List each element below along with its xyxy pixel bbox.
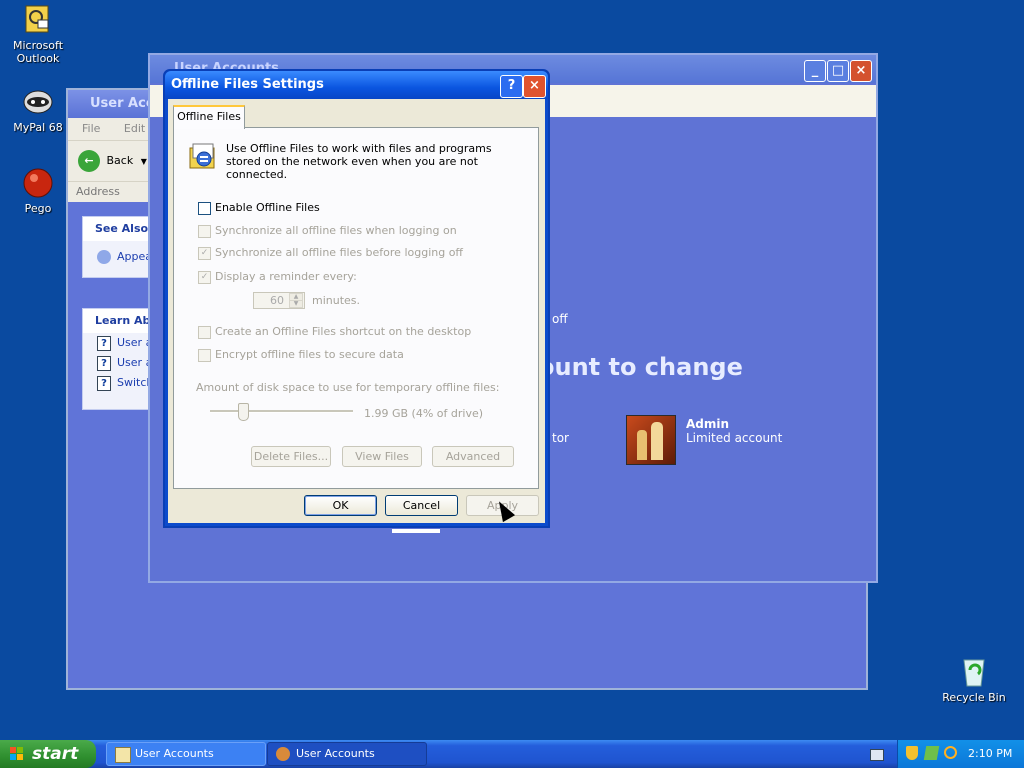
taskbar-button-label: User Accounts (296, 747, 375, 760)
help-icon: ? (97, 375, 111, 391)
menu-file[interactable]: File (82, 122, 100, 135)
recycle-bin-icon (958, 656, 990, 688)
description-text: Use Offline Files to work with files and… (226, 142, 492, 181)
desktop-icon-label: Pego (24, 202, 52, 215)
partial-text-off: off (552, 312, 568, 326)
menu-edit[interactable]: Edit (124, 122, 145, 135)
pego-icon (22, 167, 54, 199)
spinner-down-icon[interactable]: ▼ (289, 300, 303, 308)
mypal-icon (22, 86, 54, 118)
advanced-button[interactable]: Advanced (432, 446, 514, 467)
sync-logoff-checkbox[interactable]: ✓ Synchronize all offline files before lo… (198, 246, 463, 260)
back-label: Back (106, 154, 134, 167)
checkbox-box (198, 348, 211, 362)
tab-page: Use Offline Files to work with files and… (173, 127, 539, 489)
sync-logoff-label: Synchronize all offline files before log… (215, 246, 464, 259)
view-files-button[interactable]: View Files (342, 446, 422, 467)
checkbox-box (198, 224, 211, 238)
enable-offline-files-checkbox[interactable]: Enable Offline Files (198, 201, 320, 215)
taskbar-button-user-accounts-2[interactable]: User Accounts (267, 742, 427, 766)
minutes-label: minutes. (312, 294, 361, 307)
chevron-down-icon: ▼ (140, 157, 147, 166)
encrypt-label: Encrypt offline files to secure data (215, 348, 404, 361)
user-accounts-icon (115, 747, 131, 763)
enable-offline-files-label: Enable Offline Files (215, 201, 320, 214)
desktop-icon-mypal[interactable]: MyPal 68 (0, 86, 76, 134)
back-button[interactable]: ← Back ▼ (78, 148, 147, 174)
taskbar: start User Accounts User Accounts 2:10 P… (0, 740, 1024, 768)
desktop-icon-label: MyPal 68 (13, 121, 63, 134)
close-button[interactable]: × (523, 75, 546, 98)
shortcut-label: Create an Offline Files shortcut on the … (215, 325, 472, 338)
address-label: Address (76, 185, 120, 198)
desktop-icon-pego[interactable]: Pego (0, 167, 76, 215)
slider-track (210, 410, 353, 413)
see-also-item-label: Appea (117, 250, 152, 263)
start-label: start (32, 744, 79, 764)
keyboard-icon[interactable] (870, 749, 884, 761)
chess-piece-icon (651, 422, 663, 460)
clock[interactable]: 2:10 PM (968, 740, 1012, 768)
slider-thumb[interactable] (238, 403, 249, 421)
help-button[interactable]: ? (500, 75, 523, 98)
focus-underline (392, 529, 440, 533)
checkbox-box (198, 201, 211, 215)
desktop: Microsoft Outlook MyPal 68 Pego Recycle … (0, 0, 1024, 740)
reminder-label: Display a reminder every: (215, 270, 357, 283)
checkmark-icon: ✓ (198, 246, 211, 260)
cancel-button[interactable]: Cancel (385, 495, 458, 516)
tab-offline-files[interactable]: Offline Files (173, 105, 245, 129)
desktop-icon-outlook[interactable]: Microsoft Outlook (0, 4, 76, 65)
outlook-icon (22, 4, 54, 36)
disk-space-value: 1.99 GB (4% of drive) (364, 407, 484, 420)
appearance-icon (97, 250, 111, 264)
close-button[interactable]: × (850, 60, 872, 82)
taskbar-button-user-accounts-1[interactable]: User Accounts (106, 742, 266, 766)
dialog-body: Offline Files Use Offline Files to work … (168, 99, 545, 523)
users-icon (276, 747, 290, 761)
dialog-title: Offline Files Settings (165, 71, 548, 99)
minimize-button[interactable]: _ (804, 60, 826, 82)
offline-files-icon (188, 142, 218, 172)
sync-logon-checkbox[interactable]: Synchronize all offline files when loggi… (198, 224, 457, 238)
pick-account-heading: ount to change (538, 353, 743, 381)
disk-space-label: Amount of disk space to use for temporar… (196, 381, 500, 394)
windows-flag-icon (10, 747, 24, 761)
maximize-button[interactable]: □ (827, 60, 849, 82)
help-icon: ? (97, 335, 111, 351)
help-icon: ? (97, 355, 111, 371)
partial-text-administrator: tor (552, 431, 569, 445)
taskbar-button-label: User Accounts (135, 747, 214, 760)
back-arrow-icon: ← (78, 150, 100, 172)
checkmark-icon: ✓ (198, 270, 211, 284)
ok-button[interactable]: OK (304, 495, 377, 516)
desktop-icon-label: Outlook (16, 52, 60, 65)
sync-logon-label: Synchronize all offline files when loggi… (215, 224, 457, 237)
chess-piece-icon (637, 430, 647, 460)
account-type: Limited account (686, 431, 783, 445)
desktop-icon-label: Recycle Bin (942, 691, 1006, 704)
search-icon[interactable] (944, 746, 957, 759)
system-tray: 2:10 PM (897, 740, 1024, 768)
reminder-minutes-value: 60 (270, 294, 284, 307)
delete-files-button[interactable]: Delete Files... (251, 446, 331, 467)
desktop-icon-label: Microsoft (12, 39, 64, 52)
account-avatar[interactable] (626, 415, 676, 465)
offline-files-settings-dialog[interactable]: Offline Files Settings ? × Offline Files… (163, 69, 550, 528)
shortcut-checkbox[interactable]: Create an Offline Files shortcut on the … (198, 325, 471, 339)
checkbox-box (198, 325, 211, 339)
start-button[interactable]: start (0, 740, 96, 768)
reminder-checkbox[interactable]: ✓ Display a reminder every: (198, 270, 357, 284)
account-name[interactable]: Admin (686, 417, 729, 431)
security-shield-icon[interactable] (906, 746, 918, 760)
desktop-icon-recycle-bin[interactable]: Recycle Bin (936, 656, 1012, 704)
encrypt-checkbox[interactable]: Encrypt offline files to secure data (198, 348, 404, 362)
reminder-minutes-spinner[interactable]: 60 ▲ ▼ (253, 292, 305, 309)
network-icon[interactable] (923, 746, 940, 760)
